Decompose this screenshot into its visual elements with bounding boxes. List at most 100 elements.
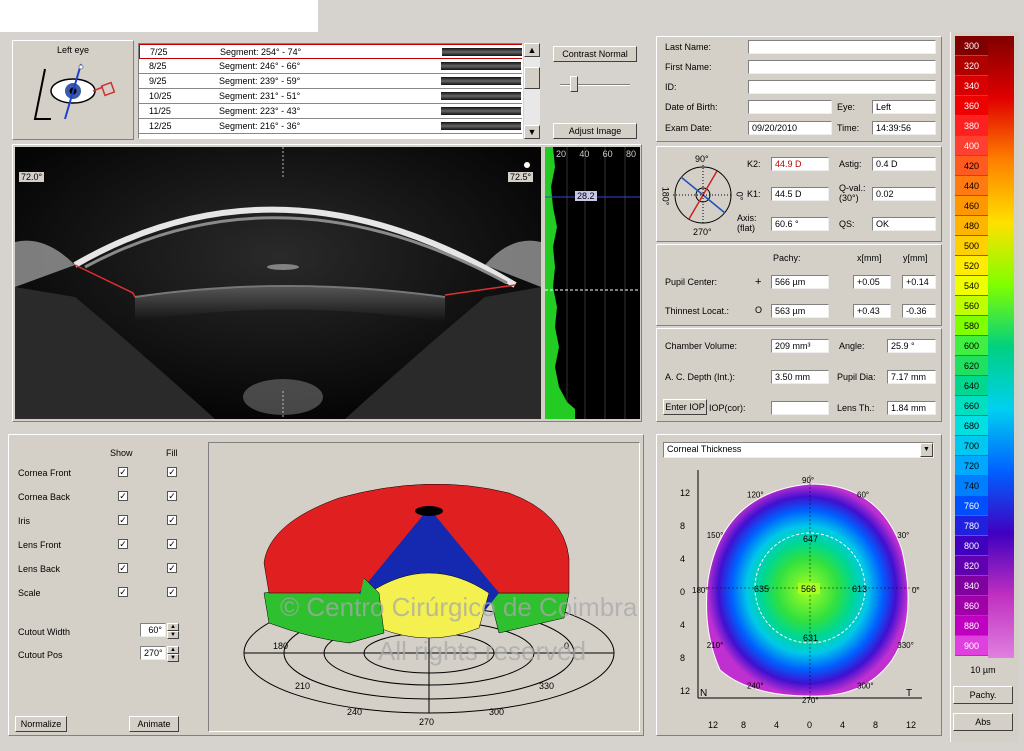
contrast-normal-button[interactable]: Contrast Normal: [553, 46, 637, 62]
pachy-header: Pachy:: [773, 253, 801, 263]
cutout-pos-field[interactable]: 270°: [140, 646, 166, 660]
animate-button[interactable]: Animate: [129, 716, 179, 732]
astig-field[interactable]: 0.4 D: [872, 157, 936, 171]
segment-row[interactable]: 11/25 Segment: 223° - 43°: [139, 104, 522, 119]
iop-label: IOP(cor):: [709, 403, 746, 413]
layer-show-checkbox[interactable]: ✓: [118, 587, 128, 597]
pupil-dia-field[interactable]: 7.17 mm: [887, 370, 936, 384]
segment-row[interactable]: 12/25 Segment: 216° - 36°: [139, 119, 522, 134]
normalize-button[interactable]: Normalize: [15, 716, 67, 732]
adjust-image-button[interactable]: Adjust Image: [553, 123, 637, 139]
last-name-label: Last Name:: [665, 42, 712, 52]
exam-date-label: Exam Date:: [665, 123, 713, 133]
map-y-tick: 12: [680, 488, 690, 498]
segment-row[interactable]: 9/25 Segment: 239° - 59°: [139, 74, 522, 89]
time-field[interactable]: 14:39:56: [872, 121, 936, 135]
color-scale-value: 900: [955, 636, 988, 656]
densitometry-value: 28.2: [575, 191, 597, 201]
segment-thumbnail: [441, 62, 521, 70]
layer-fill-checkbox[interactable]: ✓: [167, 563, 177, 573]
qval-field[interactable]: 0.02: [872, 187, 936, 201]
cutout-pos-up-button[interactable]: ▲: [167, 646, 179, 654]
dial-top-label: 90°: [695, 154, 709, 164]
anterior-segment-3d-view[interactable]: 180 210 240 270 300 330 0: [208, 442, 640, 732]
iop-field[interactable]: [771, 401, 829, 415]
eye-field-label: Eye:: [837, 102, 856, 112]
layer-label: Scale: [18, 588, 41, 598]
segment-number: 11/25: [149, 106, 171, 116]
layer-fill-checkbox[interactable]: ✓: [167, 539, 177, 549]
scroll-up-button[interactable]: ▲: [524, 43, 540, 57]
acd-field[interactable]: 3.50 mm: [771, 370, 829, 384]
eye-field[interactable]: Left: [872, 100, 936, 114]
color-scale-value: 340: [955, 76, 988, 96]
dob-field[interactable]: [748, 100, 832, 114]
chevron-down-icon[interactable]: ▼: [920, 443, 933, 457]
thinnest-x-field[interactable]: +0.43: [853, 304, 891, 318]
layer-show-checkbox[interactable]: ✓: [118, 539, 128, 549]
color-scale-value: 500: [955, 236, 988, 256]
layer-label: Lens Front: [18, 540, 62, 550]
color-scale-value: 680: [955, 416, 988, 436]
layer-fill-checkbox[interactable]: ✓: [167, 515, 177, 525]
color-scale-value: 820: [955, 556, 988, 576]
color-scale-value: 460: [955, 196, 988, 216]
map-angle-label: 210°: [707, 641, 724, 650]
thinnest-y-field[interactable]: -0.36: [902, 304, 936, 318]
map-type-select[interactable]: Corneal Thickness: [663, 442, 934, 458]
qs-field[interactable]: OK: [872, 217, 936, 231]
segment-row[interactable]: 10/25 Segment: 231° - 51°: [139, 89, 522, 104]
angle-field[interactable]: 25.9 °: [887, 339, 936, 353]
scale-step-label: 10 µm: [970, 665, 996, 675]
keratometry-panel: 90° 0° 270° 180° K2: 44.9 D Astig: 0.4 D…: [656, 146, 942, 242]
segment-row[interactable]: 8/25 Segment: 246° - 66°: [139, 59, 522, 74]
map-y-tick: 12: [680, 686, 690, 696]
thinnest-pachy-field[interactable]: 563 µm: [771, 304, 829, 318]
first-name-field[interactable]: [748, 60, 936, 74]
dob-label: Date of Birth:: [665, 102, 718, 112]
color-scale-value: 480: [955, 216, 988, 236]
segment-row[interactable]: 7/25 Segment: 254° - 74°: [139, 44, 522, 59]
layer-show-checkbox[interactable]: ✓: [118, 515, 128, 525]
cutout-pos-down-button[interactable]: ▼: [167, 654, 179, 662]
segment-range: Segment: 216° - 36°: [219, 121, 301, 131]
chamber-volume-field[interactable]: 209 mm³: [771, 339, 829, 353]
cutout-width-down-button[interactable]: ▼: [167, 631, 179, 639]
cutout-width-field[interactable]: 60°: [140, 623, 166, 637]
axis-field[interactable]: 60.6 °: [771, 217, 829, 231]
scroll-thumb[interactable]: [524, 67, 540, 89]
angle-left-label: 72.0°: [19, 172, 45, 182]
layer-fill-checkbox[interactable]: ✓: [167, 467, 177, 477]
pupil-pachy-field[interactable]: 566 µm: [771, 275, 829, 289]
cutout-width-up-button[interactable]: ▲: [167, 623, 179, 631]
layer-show-checkbox[interactable]: ✓: [118, 563, 128, 573]
k1-label: K1:: [747, 189, 761, 199]
layer-show-checkbox[interactable]: ✓: [118, 467, 128, 477]
segment-scrollbar[interactable]: ▲ ▼: [524, 43, 540, 139]
segment-thumbnail: [441, 122, 521, 130]
abs-scale-button[interactable]: Abs: [953, 713, 1013, 731]
layer-fill-checkbox[interactable]: ✓: [167, 491, 177, 501]
segment-list[interactable]: 7/25 Segment: 254° - 74° 8/25 Segment: 246°…: [138, 43, 523, 139]
color-scale-value: 440: [955, 176, 988, 196]
lens-th-field[interactable]: 1.84 mm: [887, 401, 936, 415]
pupil-x-field[interactable]: +0.05: [853, 275, 891, 289]
pachy-scale-button[interactable]: Pachy.: [953, 686, 1013, 704]
scroll-down-button[interactable]: ▼: [524, 125, 540, 139]
scheimpflug-image[interactable]: [15, 147, 541, 419]
k1-field[interactable]: 44.5 D: [771, 187, 829, 201]
layer-fill-checkbox[interactable]: ✓: [167, 587, 177, 597]
acd-label: A. C. Depth (Int.):: [665, 372, 736, 382]
pupil-y-field[interactable]: +0.14: [902, 275, 936, 289]
last-name-field[interactable]: [748, 40, 936, 54]
layer-show-checkbox[interactable]: ✓: [118, 491, 128, 501]
id-field[interactable]: [748, 80, 936, 94]
enter-iop-button[interactable]: Enter IOP: [663, 399, 707, 415]
contrast-slider-thumb[interactable]: [570, 76, 578, 92]
thickness-map[interactable]: 128404812 12 8 4 0 4 8 12 N T 566 647 635 613 …: [660, 470, 938, 734]
segment-number: 10/25: [149, 91, 172, 101]
exam-date-field[interactable]: 09/20/2010: [748, 121, 832, 135]
map-type-value: Corneal Thickness: [667, 444, 742, 454]
k2-field[interactable]: 44.9 D: [771, 157, 829, 171]
map-y-tick: 8: [680, 653, 685, 663]
